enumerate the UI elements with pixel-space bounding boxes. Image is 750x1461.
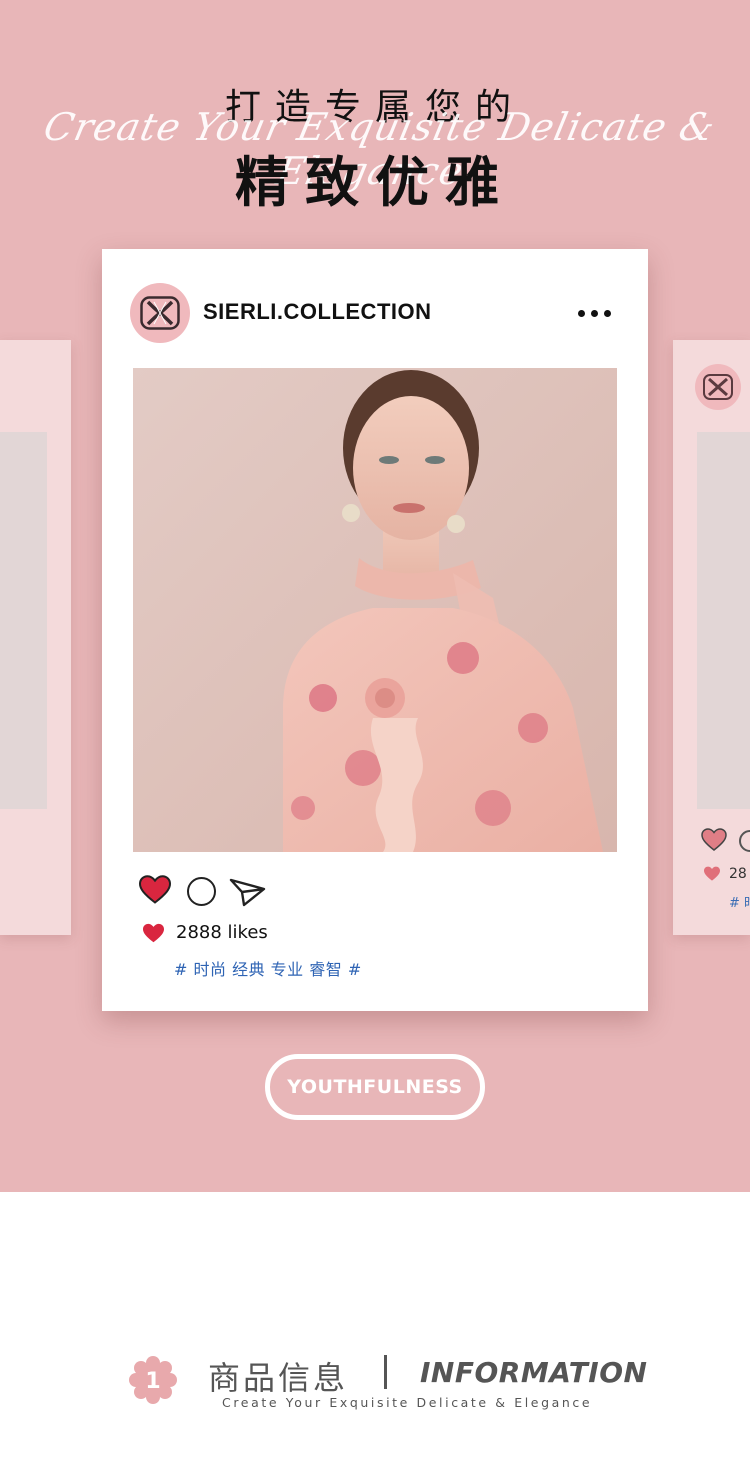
brand-logo-icon: [695, 364, 741, 410]
side-card-left[interactable]: [0, 340, 71, 935]
side-card-tags: # 时: [729, 896, 750, 911]
section-title-en: INFORMATION: [420, 1356, 648, 1389]
side-card-photo: [0, 432, 47, 809]
hero-section: 打造专属您的 Create Your Exquisite Delicate & …: [0, 0, 750, 1192]
side-card-right[interactable]: 28 # 时: [673, 340, 750, 935]
likes-count: 2888 likes: [176, 922, 268, 943]
side-card-photo: [697, 432, 750, 809]
side-card-likes: 28: [729, 866, 747, 882]
badge-number: 1: [145, 1369, 160, 1394]
flower-badge-icon: 1: [129, 1356, 177, 1404]
youthfulness-button[interactable]: YOUTHFULNESS: [265, 1054, 485, 1120]
heart-icon: [143, 923, 164, 943]
brand-logo-icon: [140, 296, 180, 330]
post-card: SIERLI.COLLECTION 2888 likes # 时尚 经典 专业 …: [102, 249, 648, 1011]
section-subtitle: Create Your Exquisite Delicate & Eleganc…: [222, 1395, 593, 1410]
avatar[interactable]: [130, 283, 190, 343]
account-name[interactable]: SIERLI.COLLECTION: [203, 299, 432, 325]
more-options-icon[interactable]: [574, 303, 614, 323]
heart-icon: [704, 866, 720, 881]
headline-main: 精致优雅: [235, 151, 515, 214]
share-icon[interactable]: [229, 877, 267, 907]
title-divider: [384, 1355, 387, 1389]
heart-icon: [701, 828, 727, 851]
section-title-cn: 商品信息: [208, 1359, 349, 1397]
comment-icon: [739, 830, 750, 852]
heart-icon[interactable]: [138, 875, 172, 905]
comment-icon[interactable]: [187, 877, 216, 906]
post-tags[interactable]: # 时尚 经典 专业 睿智 #: [174, 956, 362, 980]
model-photo[interactable]: [133, 368, 617, 852]
